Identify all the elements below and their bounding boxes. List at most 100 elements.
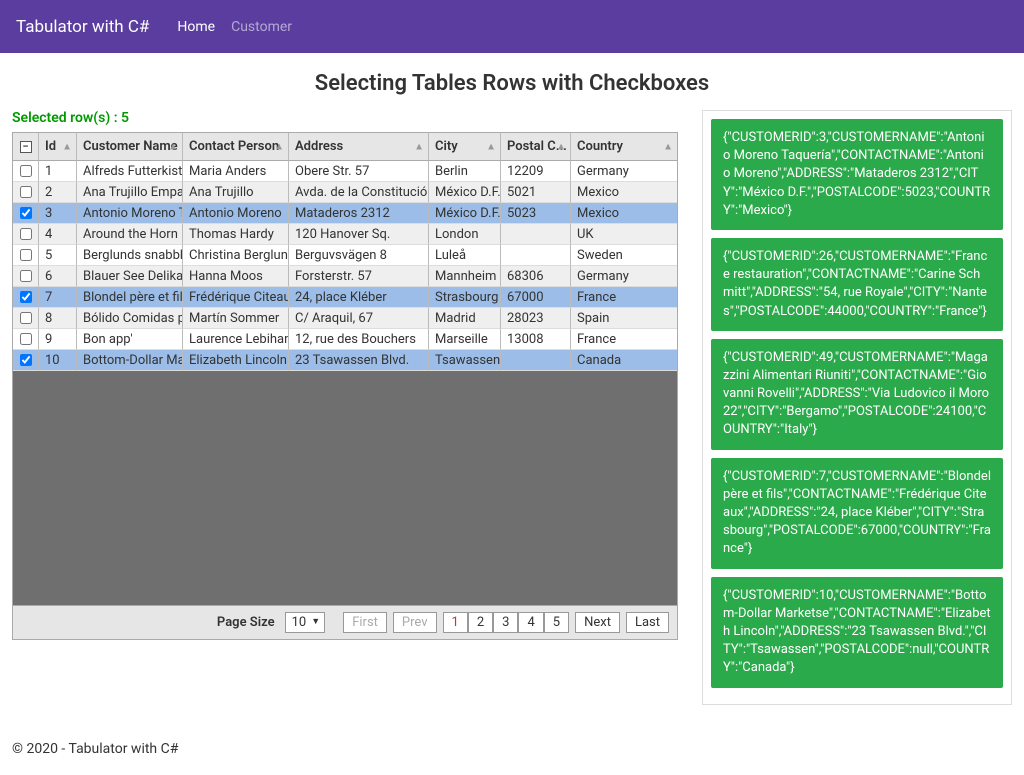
cell-country: UK	[571, 224, 677, 245]
cell-name: Ana Trujillo Empared...	[77, 182, 183, 203]
cell-contact: Elizabeth Lincoln	[183, 350, 289, 371]
cell-postal: 13008	[501, 329, 571, 350]
page-size-label: Page Size	[217, 615, 275, 630]
cell-name: Blauer See Delikatess...	[77, 266, 183, 287]
cell-id: 3	[39, 203, 77, 224]
header-contact[interactable]: Contact Person▲	[183, 133, 289, 161]
cell-id: 6	[39, 266, 77, 287]
sort-icon: ▲	[663, 141, 673, 152]
pager-page-3[interactable]: 3	[493, 612, 518, 633]
header-postal[interactable]: Postal C...▲	[501, 133, 571, 161]
row-checkbox[interactable]	[20, 270, 32, 282]
cell-address: 12, rue des Bouchers	[289, 329, 429, 350]
row-checkbox-cell[interactable]	[13, 308, 39, 329]
cell-postal: 5021	[501, 182, 571, 203]
row-checkbox-cell[interactable]	[13, 161, 39, 182]
cell-address: 120 Hanover Sq.	[289, 224, 429, 245]
cell-name: Around the Horn	[77, 224, 183, 245]
grid-footer: Page Size 10 First Prev 12345 Next Last	[13, 605, 677, 639]
pager-page-2[interactable]: 2	[468, 612, 493, 633]
table-row[interactable]: 1Alfreds FutterkisteMaria AndersObere St…	[13, 161, 677, 182]
header-id[interactable]: Id▲	[39, 133, 77, 161]
cell-name: Blondel père et fils	[77, 287, 183, 308]
header-city[interactable]: City▲	[429, 133, 501, 161]
row-checkbox[interactable]	[20, 249, 32, 261]
row-checkbox-cell[interactable]	[13, 203, 39, 224]
row-checkbox[interactable]	[20, 333, 32, 345]
row-checkbox[interactable]	[20, 228, 32, 240]
cell-address: Berguvsvägen 8	[289, 245, 429, 266]
row-checkbox[interactable]	[20, 186, 32, 198]
cell-country: Sweden	[571, 245, 677, 266]
cell-name: Bon app'	[77, 329, 183, 350]
cell-address: Obere Str. 57	[289, 161, 429, 182]
table-row[interactable]: 5Berglunds snabbköpChristina BerglundBer…	[13, 245, 677, 266]
cell-postal: 67000	[501, 287, 571, 308]
pager-next[interactable]: Next	[575, 612, 620, 633]
cell-country: Mexico	[571, 182, 677, 203]
table-row[interactable]: 2Ana Trujillo Empared...Ana TrujilloAvda…	[13, 182, 677, 203]
cell-postal	[501, 224, 571, 245]
header-name[interactable]: Customer Name▲	[77, 133, 183, 161]
header-select-all[interactable]: −	[13, 133, 39, 161]
row-checkbox-cell[interactable]	[13, 350, 39, 371]
json-card: {"CUSTOMERID":10,"CUSTOMERNAME":"Bottom-…	[711, 577, 1003, 688]
cell-id: 2	[39, 182, 77, 203]
row-checkbox[interactable]	[20, 165, 32, 177]
cell-contact: Laurence Lebihans	[183, 329, 289, 350]
header-country[interactable]: Country▲	[571, 133, 677, 161]
row-checkbox[interactable]	[20, 354, 32, 366]
header-address[interactable]: Address▲	[289, 133, 429, 161]
cell-contact: Martín Sommer	[183, 308, 289, 329]
cell-city: Luleå	[429, 245, 501, 266]
pager-page-5[interactable]: 5	[544, 612, 569, 633]
nav-home[interactable]: Home	[177, 19, 215, 35]
table-row[interactable]: 9Bon app'Laurence Lebihans12, rue des Bo…	[13, 329, 677, 350]
pager-prev[interactable]: Prev	[393, 612, 437, 633]
row-checkbox[interactable]	[20, 312, 32, 324]
table-row[interactable]: 7Blondel père et filsFrédérique Citeaux2…	[13, 287, 677, 308]
row-checkbox[interactable]	[20, 207, 32, 219]
table-row[interactable]: 3Antonio Moreno Taq...Antonio MorenoMata…	[13, 203, 677, 224]
brand[interactable]: Tabulator with C#	[16, 17, 149, 37]
row-checkbox-cell[interactable]	[13, 182, 39, 203]
table-row[interactable]: 8Bólido Comidas prep...Martín SommerC/ A…	[13, 308, 677, 329]
pager-numbers: 12345	[443, 612, 570, 633]
cell-country: France	[571, 287, 677, 308]
pager-last[interactable]: Last	[626, 612, 669, 633]
json-card: {"CUSTOMERID":3,"CUSTOMERNAME":"Antonio …	[711, 119, 1003, 230]
cell-postal	[501, 350, 571, 371]
cell-country: Spain	[571, 308, 677, 329]
cell-id: 4	[39, 224, 77, 245]
row-checkbox-cell[interactable]	[13, 329, 39, 350]
table-row[interactable]: 6Blauer See Delikatess...Hanna MoosForst…	[13, 266, 677, 287]
cell-postal: 5023	[501, 203, 571, 224]
cell-id: 10	[39, 350, 77, 371]
row-checkbox-cell[interactable]	[13, 287, 39, 308]
pager-page-4[interactable]: 4	[518, 612, 543, 633]
navbar: Tabulator with C# Home Customer	[0, 0, 1024, 53]
cell-country: Germany	[571, 266, 677, 287]
row-checkbox-cell[interactable]	[13, 245, 39, 266]
cell-address: C/ Araquil, 67	[289, 308, 429, 329]
cell-id: 5	[39, 245, 77, 266]
cell-contact: Antonio Moreno	[183, 203, 289, 224]
pager-page-1[interactable]: 1	[443, 612, 468, 633]
table-row[interactable]: 10Bottom-Dollar Mark...Elizabeth Lincoln…	[13, 350, 677, 371]
selected-count: Selected row(s) : 5	[12, 110, 678, 126]
grid-header-row: − Id▲ Customer Name▲ Contact Person▲ Add…	[13, 133, 677, 161]
page-size-select[interactable]: 10	[285, 612, 326, 633]
cell-contact: Maria Anders	[183, 161, 289, 182]
nav-customer[interactable]: Customer	[231, 19, 292, 35]
cell-city: Madrid	[429, 308, 501, 329]
json-card: {"CUSTOMERID":26,"CUSTOMERNAME":"France …	[711, 238, 1003, 331]
cell-country: Mexico	[571, 203, 677, 224]
grid-empty-area	[13, 371, 677, 605]
table-row[interactable]: 4Around the HornThomas Hardy120 Hanover …	[13, 224, 677, 245]
row-checkbox-cell[interactable]	[13, 266, 39, 287]
row-checkbox[interactable]	[20, 291, 32, 303]
cell-address: 24, place Kléber	[289, 287, 429, 308]
cell-address: 23 Tsawassen Blvd.	[289, 350, 429, 371]
pager-first[interactable]: First	[343, 612, 387, 633]
row-checkbox-cell[interactable]	[13, 224, 39, 245]
